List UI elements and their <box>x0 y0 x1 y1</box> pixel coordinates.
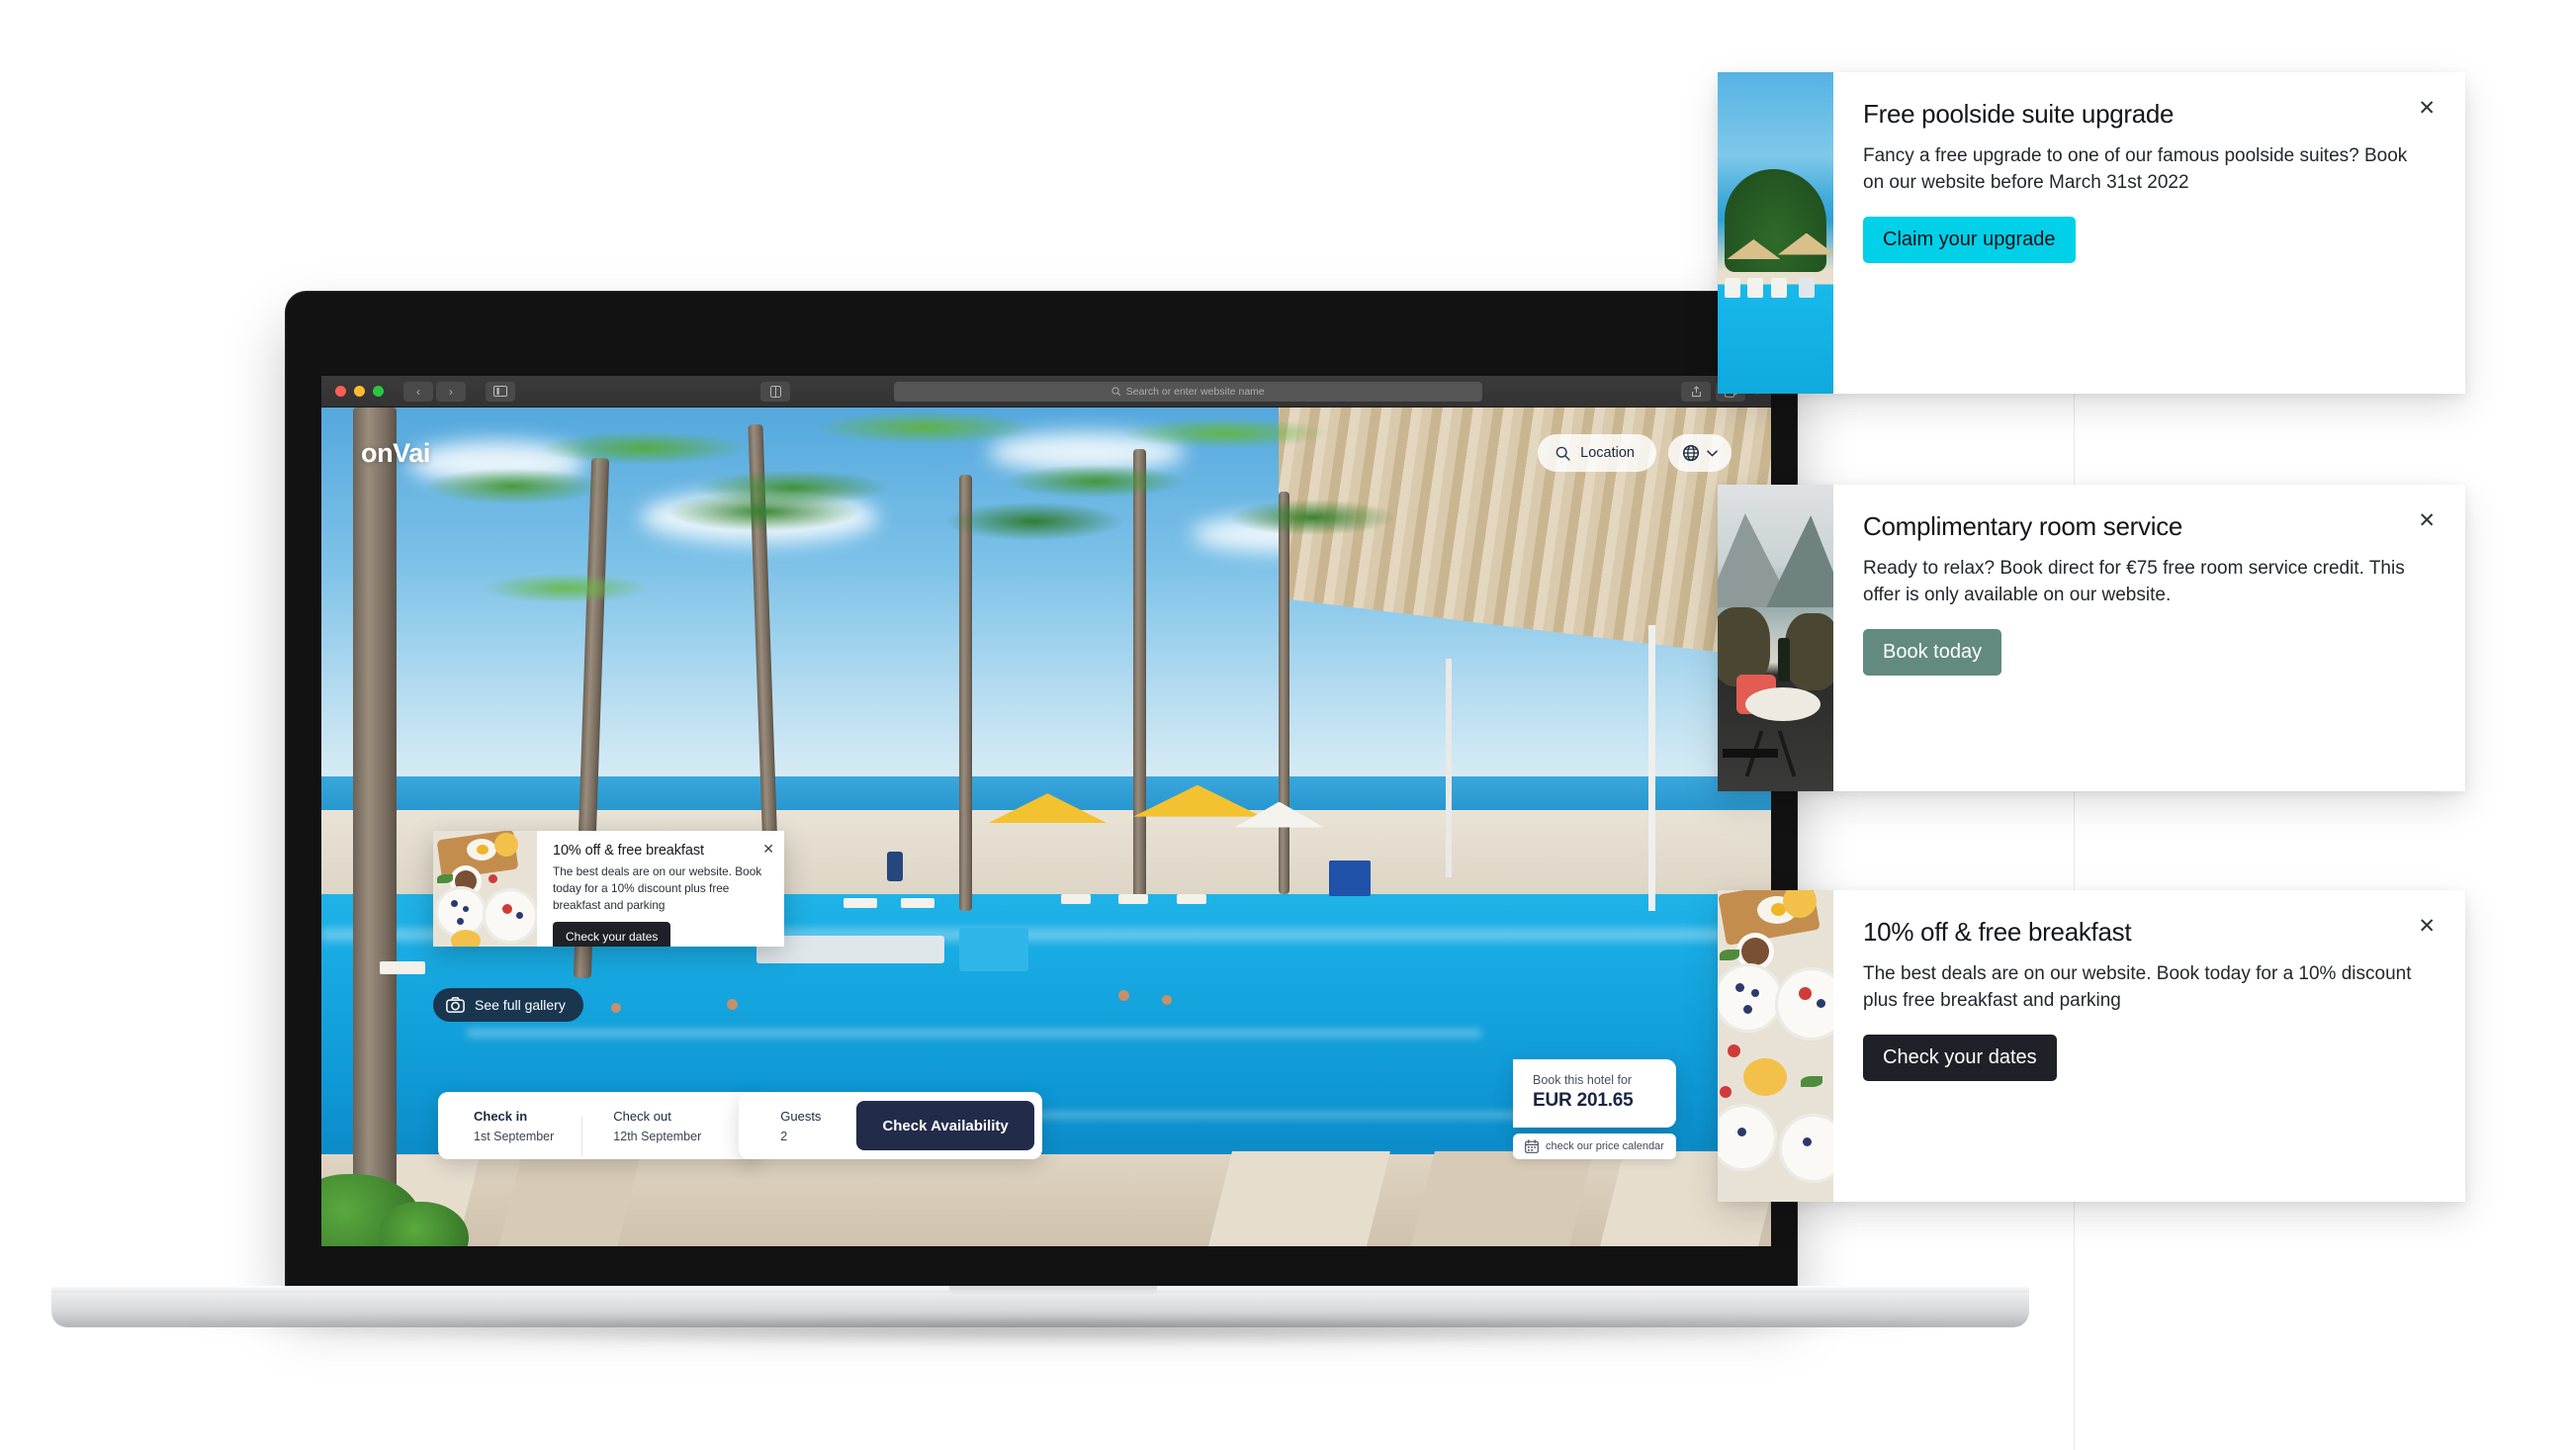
guests-field[interactable]: Guests 2 <box>780 1109 821 1143</box>
language-selector[interactable] <box>1668 434 1732 472</box>
location-search-button[interactable]: Location <box>1538 434 1656 472</box>
zoom-window-button[interactable] <box>373 386 384 397</box>
price-caption: Book this hotel for <box>1533 1073 1633 1087</box>
search-icon <box>1111 386 1121 397</box>
popup-body-poolside: Free poolside suite upgrade ✕ Fancy a fr… <box>1833 72 2465 394</box>
checkin-value: 1st September <box>474 1129 555 1143</box>
popup-body-breakfast: 10% off & free breakfast ✕ The best deal… <box>1833 890 2465 1202</box>
forward-icon[interactable]: › <box>436 381 466 402</box>
reader-view-icon[interactable] <box>760 381 790 402</box>
address-bar-placeholder: Search or enter website name <box>1125 385 1265 398</box>
booking-bar: Check in 1st September Check out 12th Se… <box>438 1092 1042 1159</box>
hotel-website-page: onVai Location 10% off & free breakfast … <box>321 408 1771 1246</box>
chevron-down-icon <box>1707 449 1718 457</box>
close-window-button[interactable] <box>335 386 346 397</box>
price-box: Book this hotel for EUR 201.65 <box>1513 1059 1676 1128</box>
share-icon[interactable] <box>1681 381 1712 402</box>
checkin-label: Check in <box>474 1108 528 1124</box>
popup-thumbnail-lake-terrace <box>1718 485 1833 791</box>
popup-card-room-service: Complimentary room service ✕ Ready to re… <box>1718 485 2465 791</box>
checkin-field[interactable]: Check in 1st September <box>474 1109 613 1143</box>
laptop-shadow <box>148 1323 1958 1345</box>
inpage-promo-text: The best deals are on our website. Book … <box>553 864 762 912</box>
close-icon[interactable]: ✕ <box>2418 98 2436 119</box>
booking-dates-panel: Check in 1st September Check out 12th Se… <box>438 1092 761 1159</box>
minimize-window-button[interactable] <box>354 386 365 397</box>
laptop-base-notch <box>949 1286 1157 1297</box>
close-icon[interactable]: ✕ <box>2418 916 2436 937</box>
checkout-value: 12th September <box>613 1129 702 1143</box>
camera-icon <box>446 997 465 1013</box>
popup-thumbnail-breakfast <box>1718 890 1833 1202</box>
price-calendar-label: check our price calendar <box>1546 1140 1664 1152</box>
popup-text: Ready to relax? Book direct for €75 free… <box>1863 557 2405 606</box>
check-availability-button[interactable]: Check Availability <box>856 1101 1034 1150</box>
globe-icon <box>1682 444 1700 462</box>
popup-text: The best deals are on our website. Book … <box>1863 962 2412 1012</box>
site-logo[interactable]: onVai <box>361 438 430 469</box>
gallery-button-label: See full gallery <box>475 997 566 1013</box>
popup-card-poolside-upgrade: Free poolside suite upgrade ✕ Fancy a fr… <box>1718 72 2465 394</box>
popup-title: Complimentary room service <box>1863 511 2183 541</box>
price-panel: Book this hotel for EUR 201.65 check our… <box>1513 1059 1676 1159</box>
calendar-icon <box>1525 1139 1539 1153</box>
close-icon[interactable]: ✕ <box>2418 510 2436 531</box>
popup-card-breakfast-offer: 10% off & free breakfast ✕ The best deal… <box>1718 890 2465 1202</box>
popup-title: 10% off & free breakfast <box>1863 917 2132 947</box>
address-bar[interactable]: Search or enter website name <box>893 381 1482 402</box>
popup-thumbnail-poolside <box>1718 72 1833 394</box>
book-today-button[interactable]: Book today <box>1863 628 2002 676</box>
back-icon[interactable]: ‹ <box>403 381 433 402</box>
location-label: Location <box>1580 445 1635 461</box>
close-icon[interactable]: ✕ <box>762 842 774 856</box>
price-calendar-link[interactable]: check our price calendar <box>1513 1133 1676 1159</box>
guests-value: 2 <box>780 1129 788 1143</box>
sidebar-icon[interactable] <box>486 381 515 402</box>
popup-text: Fancy a free upgrade to one of our famou… <box>1863 144 2408 194</box>
browser-window: ‹ › Search or enter website name onVai L… <box>321 376 1771 1246</box>
search-icon <box>1555 446 1570 461</box>
window-traffic-lights[interactable] <box>335 386 384 397</box>
sidebar-button-group <box>486 381 515 402</box>
check-your-dates-button[interactable]: Check your dates <box>553 922 671 947</box>
see-full-gallery-button[interactable]: See full gallery <box>433 988 583 1022</box>
checkout-field[interactable]: Check out 12th September <box>581 1108 760 1156</box>
inpage-promo-body: 10% off & free breakfast ✕ The best deal… <box>537 831 784 947</box>
site-header: onVai Location <box>321 408 1771 498</box>
guests-label: Guests <box>780 1108 822 1124</box>
claim-your-upgrade-button[interactable]: Claim your upgrade <box>1863 216 2076 263</box>
nav-button-group: ‹ › <box>403 381 466 402</box>
booking-guests-panel: Guests 2 Check Availability <box>739 1092 1042 1159</box>
inpage-promo-widget: 10% off & free breakfast ✕ The best deal… <box>433 831 784 947</box>
check-your-dates-button[interactable]: Check your dates <box>1863 1034 2057 1081</box>
price-value: EUR 201.65 <box>1533 1090 1634 1111</box>
inpage-promo-thumbnail <box>433 831 537 947</box>
inpage-promo-title: 10% off & free breakfast <box>553 843 704 859</box>
browser-toolbar: ‹ › Search or enter website name <box>321 376 1771 408</box>
popup-title: Free poolside suite upgrade <box>1863 99 2175 129</box>
popup-body-room-service: Complimentary room service ✕ Ready to re… <box>1833 485 2465 791</box>
checkout-label: Check out <box>613 1108 671 1124</box>
header-actions: Location <box>1538 434 1732 472</box>
